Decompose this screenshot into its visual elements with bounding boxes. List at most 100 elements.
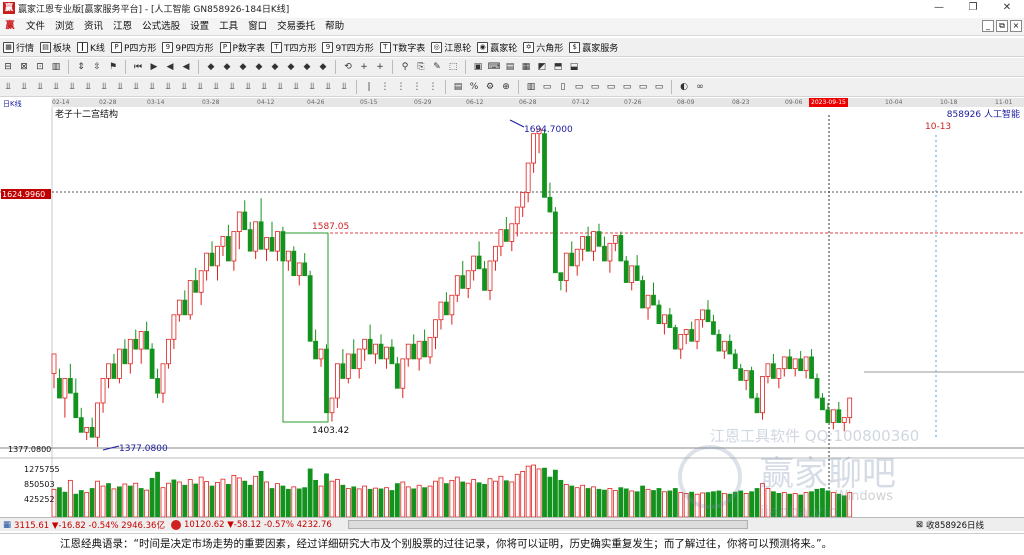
toolbar2-tool-icon[interactable]: ⏮ [131, 60, 145, 74]
toolbar3-tool-icon[interactable]: ▥ [524, 80, 538, 94]
toolbar2-tool-icon[interactable]: ◆ [284, 60, 298, 74]
toolbar2-tool-icon[interactable]: ⬓ [567, 60, 581, 74]
menu-settings[interactable]: 设置 [185, 18, 214, 36]
toolbar3-tool-icon[interactable]: ⫫ [177, 80, 191, 94]
toolbar-service-button[interactable]: $ 赢家服务 [566, 41, 621, 54]
chart-area[interactable]: 老子十二宫结构 858926 人工智能 10-13 1624.9960 1694.700… [0, 107, 1024, 521]
toolbar2-tool-icon[interactable]: ⎘ [414, 60, 428, 74]
toolbar2-tool-icon[interactable]: ⇳ [90, 60, 104, 74]
horizontal-scrollbar[interactable] [347, 520, 748, 529]
toolbar-p-square-button[interactable]: P P四方形 [108, 41, 159, 54]
menu-formula-select[interactable]: 公式选股 [137, 18, 185, 36]
toolbar-t-square-button[interactable]: T T四方形 [268, 41, 320, 54]
toolbar2-tool-icon[interactable]: ◆ [316, 60, 330, 74]
toolbar3-tool-icon[interactable]: ⫫ [17, 80, 31, 94]
toolbar2-tool-icon[interactable]: ⇕ [74, 60, 88, 74]
toolbar3-tool-icon[interactable]: ◐ [677, 80, 691, 94]
toolbar3-tool-icon[interactable]: ⫫ [81, 80, 95, 94]
menu-info[interactable]: 资讯 [79, 18, 108, 36]
toolbar2-tool-icon[interactable]: ▤ [503, 60, 517, 74]
toolbar3-tool-icon[interactable]: ⫫ [305, 80, 319, 94]
toolbar2-tool-icon[interactable]: ◩ [535, 60, 549, 74]
menu-help[interactable]: 帮助 [320, 18, 349, 36]
toolbar2-tool-icon[interactable]: ▶ [147, 60, 161, 74]
toolbar2-tool-icon[interactable]: ◀ [163, 60, 177, 74]
toolbar2-tool-icon[interactable]: ⚲ [398, 60, 412, 74]
toolbar2-tool-icon[interactable]: ⊟ [1, 60, 15, 74]
toolbar2-tool-icon[interactable]: ⬒ [551, 60, 565, 74]
toolbar-9t-square-button[interactable]: 9 9T四方形 [319, 41, 376, 54]
toolbar3-tool-icon[interactable]: ▭ [572, 80, 586, 94]
toolbar2-tool-icon[interactable]: ⌨ [487, 60, 501, 74]
toolbar3-tool-icon[interactable]: ⊕ [499, 80, 513, 94]
toolbar2-tool-icon[interactable]: + [373, 60, 387, 74]
toolbar3-tool-icon[interactable]: ⫫ [161, 80, 175, 94]
toolbar2-tool-icon[interactable]: ◆ [300, 60, 314, 74]
toolbar3-tool-icon[interactable]: ⫫ [193, 80, 207, 94]
toolbar3-tool-icon[interactable]: ⋮ [410, 80, 424, 94]
toolbar3-tool-icon[interactable]: ▤ [451, 80, 465, 94]
toolbar3-tool-icon[interactable]: ⫫ [273, 80, 287, 94]
mdi-minimize-button[interactable]: _ [982, 20, 994, 32]
toolbar2-tool-icon[interactable]: ⬚ [446, 60, 460, 74]
toolbar2-tool-icon[interactable]: ◆ [204, 60, 218, 74]
toolbar3-tool-icon[interactable]: ⋮ [378, 80, 392, 94]
toolbar3-tool-icon[interactable]: ⫫ [33, 80, 47, 94]
toolbar3-tool-icon[interactable]: | [362, 80, 376, 94]
toolbar-gann-wheel-button[interactable]: ◎ 江恩轮 [428, 41, 474, 54]
toolbar-table-button[interactable]: ▦ 行情 [0, 41, 37, 54]
toolbar-winner-wheel-button[interactable]: ◉ 赢家轮 [474, 41, 520, 54]
close-button[interactable]: ✕ [990, 0, 1024, 16]
toolbar3-tool-icon[interactable]: ▭ [652, 80, 666, 94]
toolbar3-tool-icon[interactable]: ∞ [693, 80, 707, 94]
toolbar3-tool-icon[interactable]: ⋮ [394, 80, 408, 94]
toolbar3-tool-icon[interactable]: ⫫ [241, 80, 255, 94]
toolbar2-tool-icon[interactable]: ◀ [179, 60, 193, 74]
toolbar2-tool-icon[interactable]: ◆ [236, 60, 250, 74]
toolbar3-tool-icon[interactable]: ▭ [636, 80, 650, 94]
toolbar3-tool-icon[interactable]: ⫫ [129, 80, 143, 94]
menu-tools[interactable]: 工具 [214, 18, 243, 36]
toolbar3-tool-icon[interactable]: ⫫ [145, 80, 159, 94]
sh-index[interactable]: ▦ 3115.61 ▼-16.82 -0.54% 2946.36亿 [3, 519, 165, 531]
toolbar3-tool-icon[interactable]: ⫫ [209, 80, 223, 94]
toolbar3-tool-icon[interactable]: ⫫ [257, 80, 271, 94]
menu-trade[interactable]: 交易委托 [272, 18, 320, 36]
sz-index[interactable]: 10120.62 ▼-58.12 -0.57% 4232.76 [170, 519, 332, 530]
toolbar-p-number-button[interactable]: P P数字表 [217, 41, 268, 54]
toolbar3-tool-icon[interactable]: ⫫ [321, 80, 335, 94]
toolbar3-tool-icon[interactable]: ▯ [556, 80, 570, 94]
toolbar2-tool-icon[interactable]: ▦ [519, 60, 533, 74]
toolbar3-tool-icon[interactable]: % [467, 80, 481, 94]
toolbar3-tool-icon[interactable]: ▭ [620, 80, 634, 94]
toolbar2-tool-icon[interactable]: ◆ [268, 60, 282, 74]
toolbar2-tool-icon[interactable]: ⟲ [341, 60, 355, 74]
toolbar3-tool-icon[interactable]: ⫫ [289, 80, 303, 94]
toolbar2-tool-icon[interactable]: + [357, 60, 371, 74]
toolbar-kline-button[interactable]: ┃ K线 [74, 41, 108, 54]
toolbar-t-number-button[interactable]: T T数字表 [377, 41, 429, 54]
toolbar3-tool-icon[interactable]: ⫫ [49, 80, 63, 94]
maximize-button[interactable]: ❐ [956, 0, 990, 16]
toolbar3-tool-icon[interactable]: ⫫ [113, 80, 127, 94]
toolbar3-tool-icon[interactable]: ⚙ [483, 80, 497, 94]
toolbar3-tool-icon[interactable]: ⫫ [97, 80, 111, 94]
toolbar-9p-square-button[interactable]: 9 9P四方形 [159, 41, 216, 54]
menu-browse[interactable]: 浏览 [50, 18, 79, 36]
toolbar3-tool-icon[interactable]: ⋮ [426, 80, 440, 94]
toolbar3-tool-icon[interactable]: ⫫ [337, 80, 351, 94]
mdi-close-button[interactable]: × [1010, 20, 1022, 32]
toolbar2-tool-icon[interactable]: ⊡ [33, 60, 47, 74]
toolbar2-tool-icon[interactable]: ✎ [430, 60, 444, 74]
toolbar3-tool-icon[interactable]: ▭ [540, 80, 554, 94]
toolbar2-tool-icon[interactable]: ▣ [471, 60, 485, 74]
toolbar-hexagon-button[interactable]: ✡ 六角形 [520, 41, 566, 54]
toolbar2-tool-icon[interactable]: ▥ [49, 60, 63, 74]
toolbar3-tool-icon[interactable]: ▭ [588, 80, 602, 94]
kline-chart[interactable]: 老子十二宫结构 858926 人工智能 10-13 1624.9960 1694.700… [0, 107, 1024, 521]
minimize-button[interactable]: — [922, 0, 956, 16]
toolbar3-tool-icon[interactable]: ⫫ [1, 80, 15, 94]
toolbar2-tool-icon[interactable]: ◆ [252, 60, 266, 74]
toolbar2-tool-icon[interactable]: ⊠ [17, 60, 31, 74]
toolbar3-tool-icon[interactable]: ⫫ [65, 80, 79, 94]
